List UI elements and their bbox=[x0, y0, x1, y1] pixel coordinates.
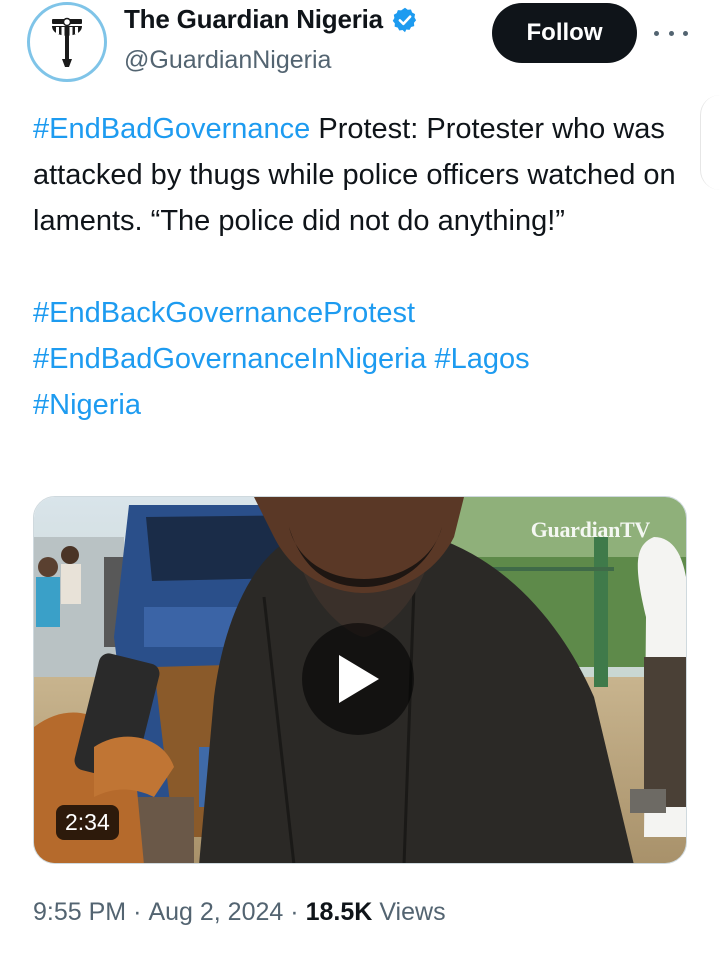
verified-badge-icon bbox=[392, 7, 417, 32]
guardian-logo-icon bbox=[52, 17, 82, 67]
edge-shadow bbox=[700, 95, 720, 190]
account-handle[interactable]: @GuardianNigeria bbox=[124, 46, 331, 75]
tweet-body: #EndBadGovernance Protest: Protester who… bbox=[33, 106, 703, 244]
video-duration: 2:34 bbox=[56, 805, 119, 840]
more-dot bbox=[654, 30, 659, 36]
more-options-icon[interactable] bbox=[654, 20, 688, 46]
display-name[interactable]: The Guardian Nigeria bbox=[124, 4, 383, 35]
hashtag-link[interactable]: #EndBadGovernanceInNigeria bbox=[33, 343, 426, 375]
hashtag-link[interactable]: #Nigeria bbox=[33, 389, 141, 421]
hashtag-link[interactable]: #EndBackGovernanceProtest bbox=[33, 297, 415, 329]
tweet-header: The Guardian Nigeria @GuardianNigeria Fo… bbox=[0, 0, 720, 100]
tweet-text: #EndBadGovernance Protest: Protester who… bbox=[33, 106, 703, 428]
hashtag-link[interactable]: #Lagos bbox=[434, 343, 529, 375]
views-count: 18.5K bbox=[305, 898, 373, 926]
more-dot bbox=[683, 30, 688, 36]
play-icon bbox=[339, 655, 379, 703]
video-player[interactable]: GuardianTV 2:34 bbox=[33, 496, 687, 864]
video-watermark: GuardianTV bbox=[530, 517, 651, 542]
avatar[interactable] bbox=[27, 2, 107, 82]
follow-button[interactable]: Follow bbox=[492, 3, 637, 63]
hashtag-link[interactable]: #EndBadGovernance bbox=[33, 113, 310, 145]
more-dot bbox=[668, 30, 674, 36]
play-button[interactable] bbox=[302, 623, 414, 735]
post-time[interactable]: 9:55 PM bbox=[33, 898, 126, 927]
post-date[interactable]: Aug 2, 2024 bbox=[148, 898, 283, 927]
tweet-meta: 9:55 PM · Aug 2, 2024 · 18.5K Views bbox=[33, 898, 446, 927]
separator-dot: · bbox=[133, 898, 142, 926]
views-label: Views bbox=[379, 898, 446, 926]
separator-dot: · bbox=[290, 898, 299, 926]
hashtag-block: #EndBackGovernanceProtest #EndBadGoverna… bbox=[33, 290, 703, 428]
